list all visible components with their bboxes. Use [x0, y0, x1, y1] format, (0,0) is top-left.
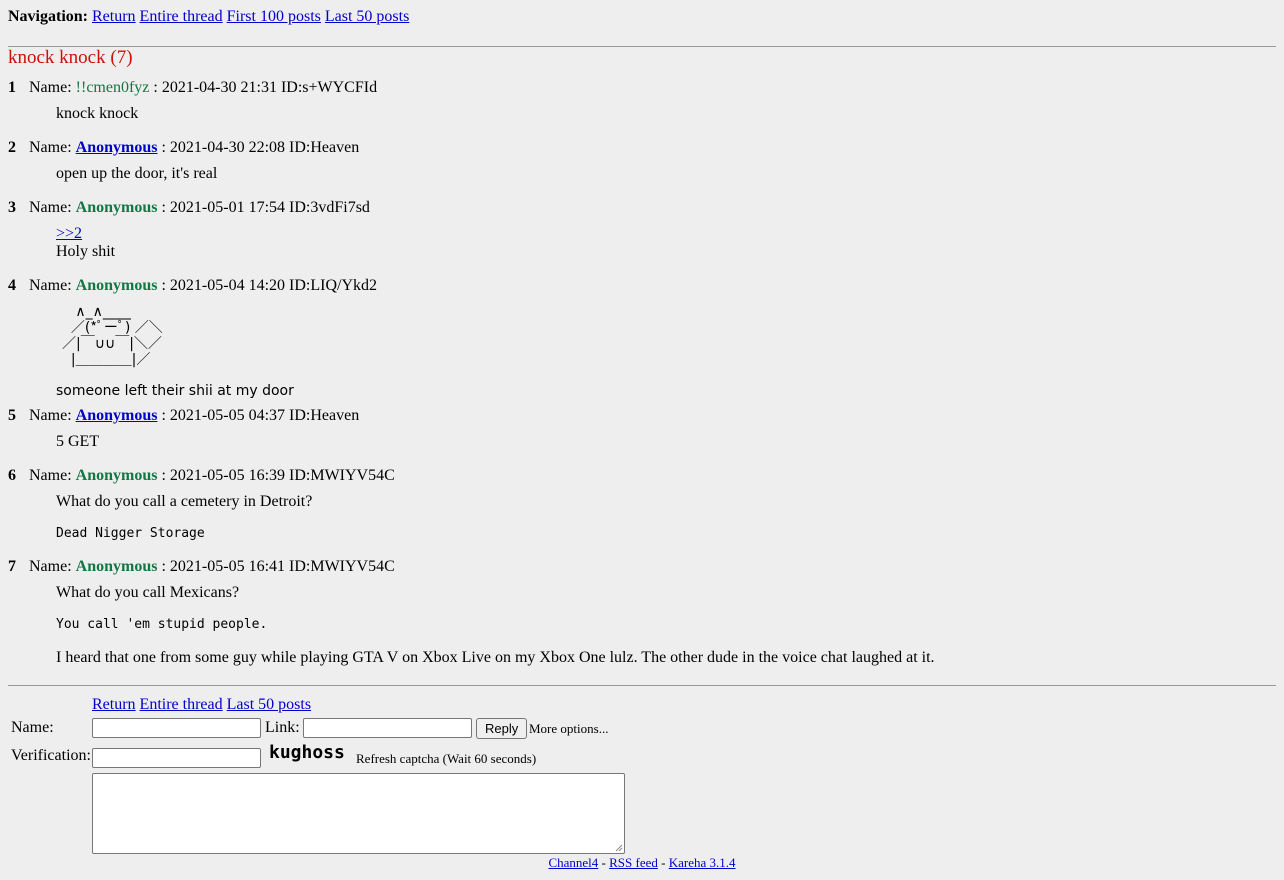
- reply-form-links: Return Entire thread Last 50 posts: [92, 695, 311, 715]
- name-input[interactable]: [92, 718, 261, 738]
- post-body: What do you call a cemetery in Detroit?: [56, 493, 312, 511]
- footer-separator: -: [598, 855, 610, 870]
- footer-rss-link[interactable]: RSS feed: [609, 855, 658, 870]
- thread-title: knock knock (7): [8, 47, 133, 68]
- form-entire-thread-link[interactable]: Entire thread: [140, 696, 223, 713]
- post-meta: : 2021-04-30 22:08 ID:Heaven: [157, 139, 360, 156]
- link-input[interactable]: [303, 718, 472, 738]
- post-text: open up the door, it's real: [56, 165, 218, 182]
- captcha-text: kughoss: [269, 742, 345, 763]
- post-text: I heard that one from some guy while pla…: [56, 649, 935, 666]
- name-label: Name:: [29, 139, 72, 156]
- nav-entire-thread-link[interactable]: Entire thread: [140, 8, 223, 25]
- post-header: 6 Name: Anonymous : 2021-05-05 16:39 ID:…: [8, 466, 395, 486]
- post-header: 3 Name: Anonymous : 2021-05-01 17:54 ID:…: [8, 198, 370, 218]
- resize-grip-icon[interactable]: [615, 844, 623, 852]
- navigation-bar: Navigation: Return Entire thread First 1…: [8, 7, 409, 27]
- post-header: 4 Name: Anonymous : 2021-05-04 14:20 ID:…: [8, 276, 377, 296]
- post-text: 5 GET: [56, 433, 100, 450]
- form-last-50-link[interactable]: Last 50 posts: [227, 696, 311, 713]
- page: Navigation: Return Entire thread First 1…: [0, 0, 1284, 880]
- top-divider: [8, 46, 1276, 47]
- poster-name-link[interactable]: Anonymous: [76, 139, 158, 156]
- post-number[interactable]: 7: [8, 557, 25, 577]
- poster-name: Anonymous: [75, 467, 158, 484]
- poster-name: !!cmen0fyz: [75, 79, 150, 96]
- poster-name: Anonymous: [75, 558, 158, 575]
- footer-kareha-link[interactable]: Kareha 3.1.4: [669, 855, 736, 870]
- post-text: Holy shit: [56, 243, 116, 260]
- footer: Channel4 - RSS feed - Kareha 3.1.4: [0, 855, 1284, 871]
- bottom-divider: [8, 685, 1276, 686]
- name-field-label: Name:: [11, 719, 54, 736]
- navigation-label: Navigation:: [8, 8, 88, 25]
- nav-return-link[interactable]: Return: [92, 8, 136, 25]
- poster-name-link[interactable]: Anonymous: [76, 407, 158, 424]
- more-options-link[interactable]: More options...: [529, 719, 608, 739]
- captcha-image: kughoss: [269, 742, 345, 763]
- post-text: someone left their shii at my door: [56, 383, 294, 399]
- poster-name: Anonymous: [75, 199, 158, 216]
- reply-button[interactable]: Reply: [476, 718, 528, 739]
- post-meta: : 2021-04-30 21:31 ID:s+WYCFId: [149, 79, 378, 96]
- post-number[interactable]: 1: [8, 78, 25, 98]
- nav-first-100-link[interactable]: First 100 posts: [227, 8, 321, 25]
- code-block: Dead Nigger Storage: [56, 526, 205, 541]
- post-body: 5 GET: [56, 433, 99, 451]
- post-meta: : 2021-05-04 14:20 ID:LIQ/Ykd2: [157, 277, 377, 294]
- post-number[interactable]: 2: [8, 138, 25, 158]
- post-meta: : 2021-05-01 17:54 ID:3vdFi7sd: [157, 199, 370, 216]
- verification-input[interactable]: [92, 748, 261, 768]
- name-label: Name:: [29, 199, 72, 216]
- post-body: >>2 Holy shit: [56, 225, 115, 261]
- footer-channel4-link[interactable]: Channel4: [548, 855, 598, 870]
- name-label: Name:: [29, 558, 72, 575]
- form-return-link[interactable]: Return: [92, 696, 136, 713]
- post-body: knock knock: [56, 105, 138, 123]
- post-text: What do you call a cemetery in Detroit?: [56, 493, 313, 510]
- poster-name: Anonymous: [75, 277, 158, 294]
- link-field-label: Link:: [265, 719, 300, 736]
- code-block: You call 'em stupid people.: [56, 617, 268, 632]
- comment-textarea[interactable]: [92, 773, 625, 854]
- post-number[interactable]: 4: [8, 276, 25, 296]
- post-header: 2 Name: Anonymous : 2021-04-30 22:08 ID:…: [8, 138, 359, 158]
- quote-link[interactable]: >>2: [56, 225, 82, 242]
- post-number[interactable]: 6: [8, 466, 25, 486]
- verification-label: Verification:: [11, 747, 91, 764]
- post-header: 1 Name: !!cmen0fyz : 2021-04-30 21:31 ID…: [8, 78, 377, 98]
- post-body: What do you call Mexicans?: [56, 584, 239, 602]
- post-meta: : 2021-05-05 16:41 ID:MWIYV54C: [157, 558, 395, 575]
- post-text: knock knock: [56, 105, 139, 122]
- post-header: 7 Name: Anonymous : 2021-05-05 16:41 ID:…: [8, 557, 395, 577]
- name-label: Name:: [29, 407, 72, 424]
- name-label: Name:: [29, 467, 72, 484]
- refresh-captcha-link[interactable]: Refresh captcha (Wait 60 seconds): [356, 749, 536, 769]
- nav-last-50-link[interactable]: Last 50 posts: [325, 8, 409, 25]
- name-label: Name:: [29, 79, 72, 96]
- post-text: What do you call Mexicans?: [56, 584, 240, 601]
- post-number[interactable]: 5: [8, 406, 25, 426]
- footer-separator: -: [657, 855, 669, 870]
- post-number[interactable]: 3: [8, 198, 25, 218]
- post-meta: : 2021-05-05 04:37 ID:Heaven: [157, 407, 360, 424]
- name-label: Name:: [29, 277, 72, 294]
- ascii-art: ∧_∧____ ／(*ﾟーﾟ) ／＼ ／|￣∪∪￣|＼／ |＿＿＿＿|／: [62, 304, 163, 368]
- post-body: open up the door, it's real: [56, 165, 217, 183]
- post-header: 5 Name: Anonymous : 2021-05-05 04:37 ID:…: [8, 406, 359, 426]
- post-meta: : 2021-05-05 16:39 ID:MWIYV54C: [157, 467, 395, 484]
